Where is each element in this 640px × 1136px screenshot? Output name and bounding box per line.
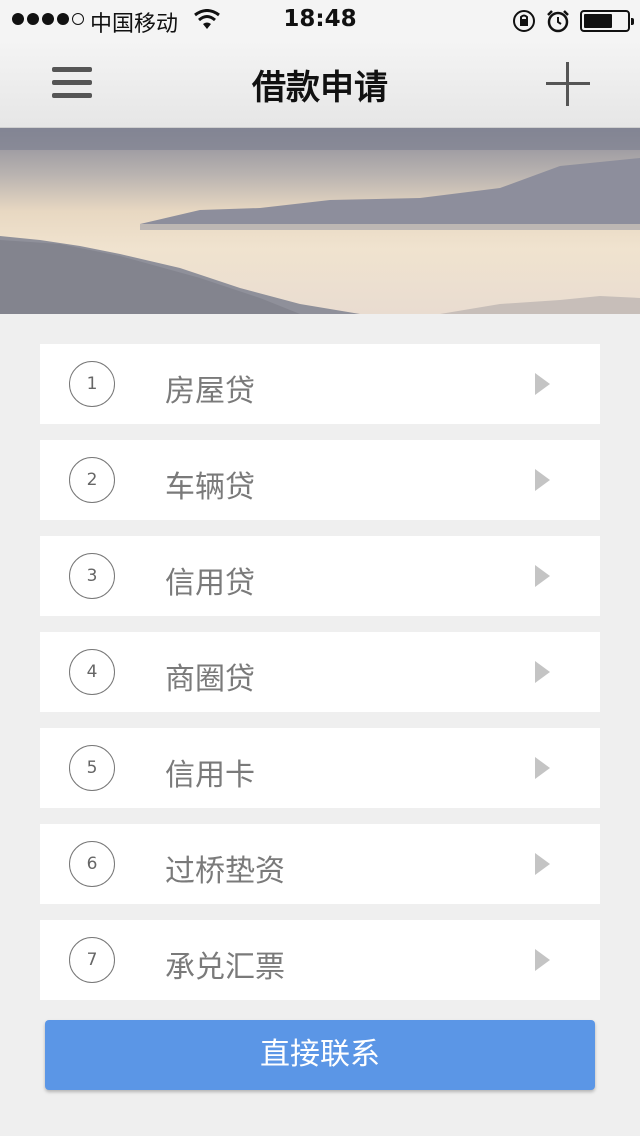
- add-icon[interactable]: [546, 62, 590, 106]
- chevron-right-icon: [535, 661, 550, 683]
- item-number-badge: 4: [69, 649, 115, 695]
- loan-item-vehicle[interactable]: 2 车辆贷: [40, 440, 600, 520]
- chevron-right-icon: [535, 853, 550, 875]
- item-label: 信用贷: [165, 566, 255, 601]
- item-label: 车辆贷: [165, 470, 255, 505]
- status-time: 18:48: [283, 6, 357, 32]
- mountain-banner-image: [0, 128, 640, 314]
- item-number-badge: 5: [69, 745, 115, 791]
- rotation-lock-icon: [513, 10, 535, 32]
- nav-bar: 借款申请: [0, 40, 640, 128]
- app-screen: 中国移动 18:48 借款申请 1 房屋贷 2 车辆贷 3 信用贷 4 商圈贷 …: [0, 0, 640, 1136]
- chevron-right-icon: [535, 757, 550, 779]
- loan-item-credit[interactable]: 3 信用贷: [40, 536, 600, 616]
- item-number-badge: 2: [69, 457, 115, 503]
- item-label: 商圈贷: [165, 662, 255, 697]
- chevron-right-icon: [535, 949, 550, 971]
- item-label: 承兑汇票: [165, 950, 285, 985]
- item-number-badge: 7: [69, 937, 115, 983]
- item-label: 信用卡: [165, 758, 255, 793]
- loan-item-bridge-financing[interactable]: 6 过桥垫资: [40, 824, 600, 904]
- battery-icon: [580, 10, 634, 32]
- chevron-right-icon: [535, 373, 550, 395]
- item-label: 房屋贷: [165, 374, 255, 409]
- loan-item-house[interactable]: 1 房屋贷: [40, 344, 600, 424]
- loan-type-list: 1 房屋贷 2 车辆贷 3 信用贷 4 商圈贷 5 信用卡 6 过桥垫资 7 承…: [40, 344, 600, 1016]
- loan-item-bank-acceptance[interactable]: 7 承兑汇票: [40, 920, 600, 1000]
- contact-button[interactable]: 直接联系: [45, 1020, 595, 1090]
- status-bar: 中国移动 18:48: [0, 0, 640, 40]
- chevron-right-icon: [535, 469, 550, 491]
- item-number-badge: 3: [69, 553, 115, 599]
- item-number-badge: 6: [69, 841, 115, 887]
- item-label: 过桥垫资: [165, 854, 285, 889]
- alarm-icon: [547, 10, 569, 33]
- page-title: 借款申请: [252, 68, 388, 108]
- loan-item-business-district[interactable]: 4 商圈贷: [40, 632, 600, 712]
- loan-item-credit-card[interactable]: 5 信用卡: [40, 728, 600, 808]
- item-number-badge: 1: [69, 361, 115, 407]
- chevron-right-icon: [535, 565, 550, 587]
